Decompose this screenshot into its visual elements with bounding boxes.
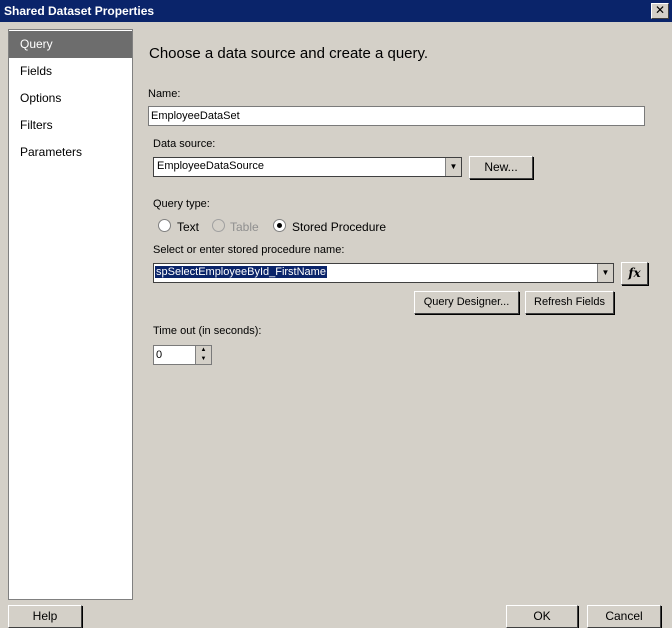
timeout-label: Time out (in seconds):	[153, 325, 262, 337]
stored-procedure-select[interactable]: spSelectEmployeeById_FirstName ▼	[153, 263, 614, 283]
sidebar-item-fields[interactable]: Fields	[9, 58, 132, 85]
data-source-value: EmployeeDataSource	[157, 160, 265, 172]
new-data-source-button[interactable]: New...	[469, 156, 533, 179]
query-type-stored-procedure-label[interactable]: Stored Procedure	[292, 220, 386, 234]
cancel-button[interactable]: Cancel	[587, 605, 661, 628]
timeout-value: 0	[156, 349, 163, 361]
fx-icon: fx	[628, 266, 641, 280]
sidebar-item-options[interactable]: Options	[9, 85, 132, 112]
spin-down-icon[interactable]: ▼	[195, 355, 211, 364]
query-type-text-radio[interactable]	[158, 219, 171, 232]
sidebar-item-filters[interactable]: Filters	[9, 112, 132, 139]
dialog-window: Shared Dataset Properties ✕ Query Fields…	[0, 0, 672, 628]
timeout-stepper[interactable]: 0 ▲ ▼	[153, 345, 212, 365]
chevron-down-icon[interactable]: ▼	[597, 264, 613, 282]
chevron-down-icon[interactable]: ▼	[445, 158, 461, 176]
radio-selected-dot	[277, 223, 282, 228]
data-source-select[interactable]: EmployeeDataSource ▼	[153, 157, 462, 177]
name-field[interactable]: EmployeeDataSet	[148, 106, 645, 126]
query-type-stored-procedure-radio[interactable]	[273, 219, 286, 232]
query-type-table-label: Table	[230, 220, 259, 234]
query-type-table-radio	[212, 219, 225, 232]
title-bar[interactable]: Shared Dataset Properties ✕	[0, 0, 672, 22]
refresh-fields-button[interactable]: Refresh Fields	[525, 291, 614, 314]
stored-procedure-label: Select or enter stored procedure name:	[153, 244, 345, 256]
main-panel: Choose a data source and create a query.…	[133, 29, 672, 599]
help-button[interactable]: Help	[8, 605, 82, 628]
stored-procedure-value[interactable]: spSelectEmployeeById_FirstName	[155, 266, 327, 278]
data-source-label: Data source:	[153, 138, 216, 150]
query-type-label: Query type:	[153, 198, 210, 210]
close-button[interactable]: ✕	[651, 3, 669, 19]
query-type-text-label[interactable]: Text	[177, 220, 199, 234]
sidebar-nav: Query Fields Options Filters Parameters	[8, 29, 133, 600]
window-title: Shared Dataset Properties	[4, 4, 155, 18]
name-label: Name:	[148, 88, 181, 100]
ok-button[interactable]: OK	[506, 605, 578, 628]
sidebar-item-query[interactable]: Query	[9, 31, 132, 58]
page-title: Choose a data source and create a query.	[149, 45, 429, 62]
sidebar-item-parameters[interactable]: Parameters	[9, 139, 132, 166]
expression-fx-button[interactable]: fx	[621, 262, 648, 285]
query-designer-button[interactable]: Query Designer...	[414, 291, 519, 314]
